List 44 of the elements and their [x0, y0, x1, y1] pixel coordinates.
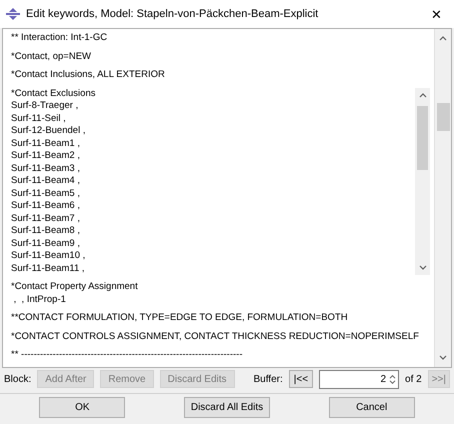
keyword-line: *Contact Property Assignment [11, 281, 139, 294]
keyword-line: Surf-11-Beam2 , [11, 150, 81, 162]
close-button[interactable]: ✕ [425, 6, 448, 22]
keyword-line: ** ---------------------------------------------------------------------- [11, 349, 244, 362]
keyword-line: , , IntProp-1 [12, 294, 67, 306]
buffer-label: Buffer: [253, 374, 283, 384]
keyword-line: *Contact Exclusions [11, 88, 96, 100]
spin-down-icon[interactable] [389, 380, 396, 384]
scrollbar[interactable] [415, 88, 430, 275]
app-icon [6, 8, 20, 20]
keyword-line: Surf-11-Beam1 , [11, 138, 81, 150]
keyword-line: Surf-8-Traeger , [11, 100, 80, 112]
buffer-spinner[interactable]: 2 [319, 370, 400, 388]
scroll-up-icon[interactable] [418, 92, 426, 98]
first-buffer-button[interactable]: |<< [288, 370, 314, 388]
keyword-line: Surf-11-Beam9 , [11, 238, 81, 250]
keyword-line: *Contact, op=NEW [11, 50, 92, 63]
keyword-line: *Contact Inclusions, ALL EXTERIOR [11, 69, 166, 82]
keyword-line: **CONTACT FORMULATION, TYPE=EDGE TO EDGE, FORMULATION=BOTH [11, 312, 349, 324]
scroll-up-icon[interactable] [439, 35, 447, 41]
scroll-thumb[interactable] [417, 106, 428, 170]
keyword-line: Surf-11-Beam5 , [11, 188, 81, 200]
keyword-line: *CONTACT CONTROLS ASSIGNMENT, CONTACT THICKNESS REDUCTION=NOPERIMSELF [11, 330, 420, 343]
window-title: Edit keywords, Model: Stapeln-von-Päckchen-Beam-Explicit [26, 8, 320, 20]
keyword-line: Surf-11-Beam3 , [11, 162, 81, 175]
scroll-thumb[interactable] [436, 103, 450, 131]
spin-up-icon[interactable] [389, 374, 396, 378]
keyword-line: Surf-12-Buendel , [11, 125, 86, 138]
dialog-button[interactable]: Cancel [328, 397, 415, 418]
keyword-line: Surf-11-Beam7 , [11, 212, 81, 225]
keyword-line: Surf-11-Beam4 , [11, 175, 81, 188]
dialog-button[interactable]: Discard All Edits [184, 397, 270, 418]
keyword-line: ** Interaction: Int-1-GC [11, 32, 108, 44]
keyword-line: Surf-11-Beam10 , [11, 250, 86, 262]
keyword-line: Surf-11-Beam11 , [11, 262, 86, 275]
keyword-line: Surf-11-Beam6 , [11, 200, 81, 212]
keyword-line: Surf-11-Seil , [11, 112, 67, 125]
scroll-down-icon[interactable] [439, 355, 447, 361]
scroll-down-icon[interactable] [418, 265, 426, 271]
block-label: Block: [4, 374, 32, 384]
scrollbar[interactable] [434, 29, 451, 367]
buffer-count: of 2 [405, 374, 422, 384]
dialog-button[interactable]: OK [39, 397, 126, 418]
keyword-line: Surf-11-Beam8 , [11, 225, 81, 238]
